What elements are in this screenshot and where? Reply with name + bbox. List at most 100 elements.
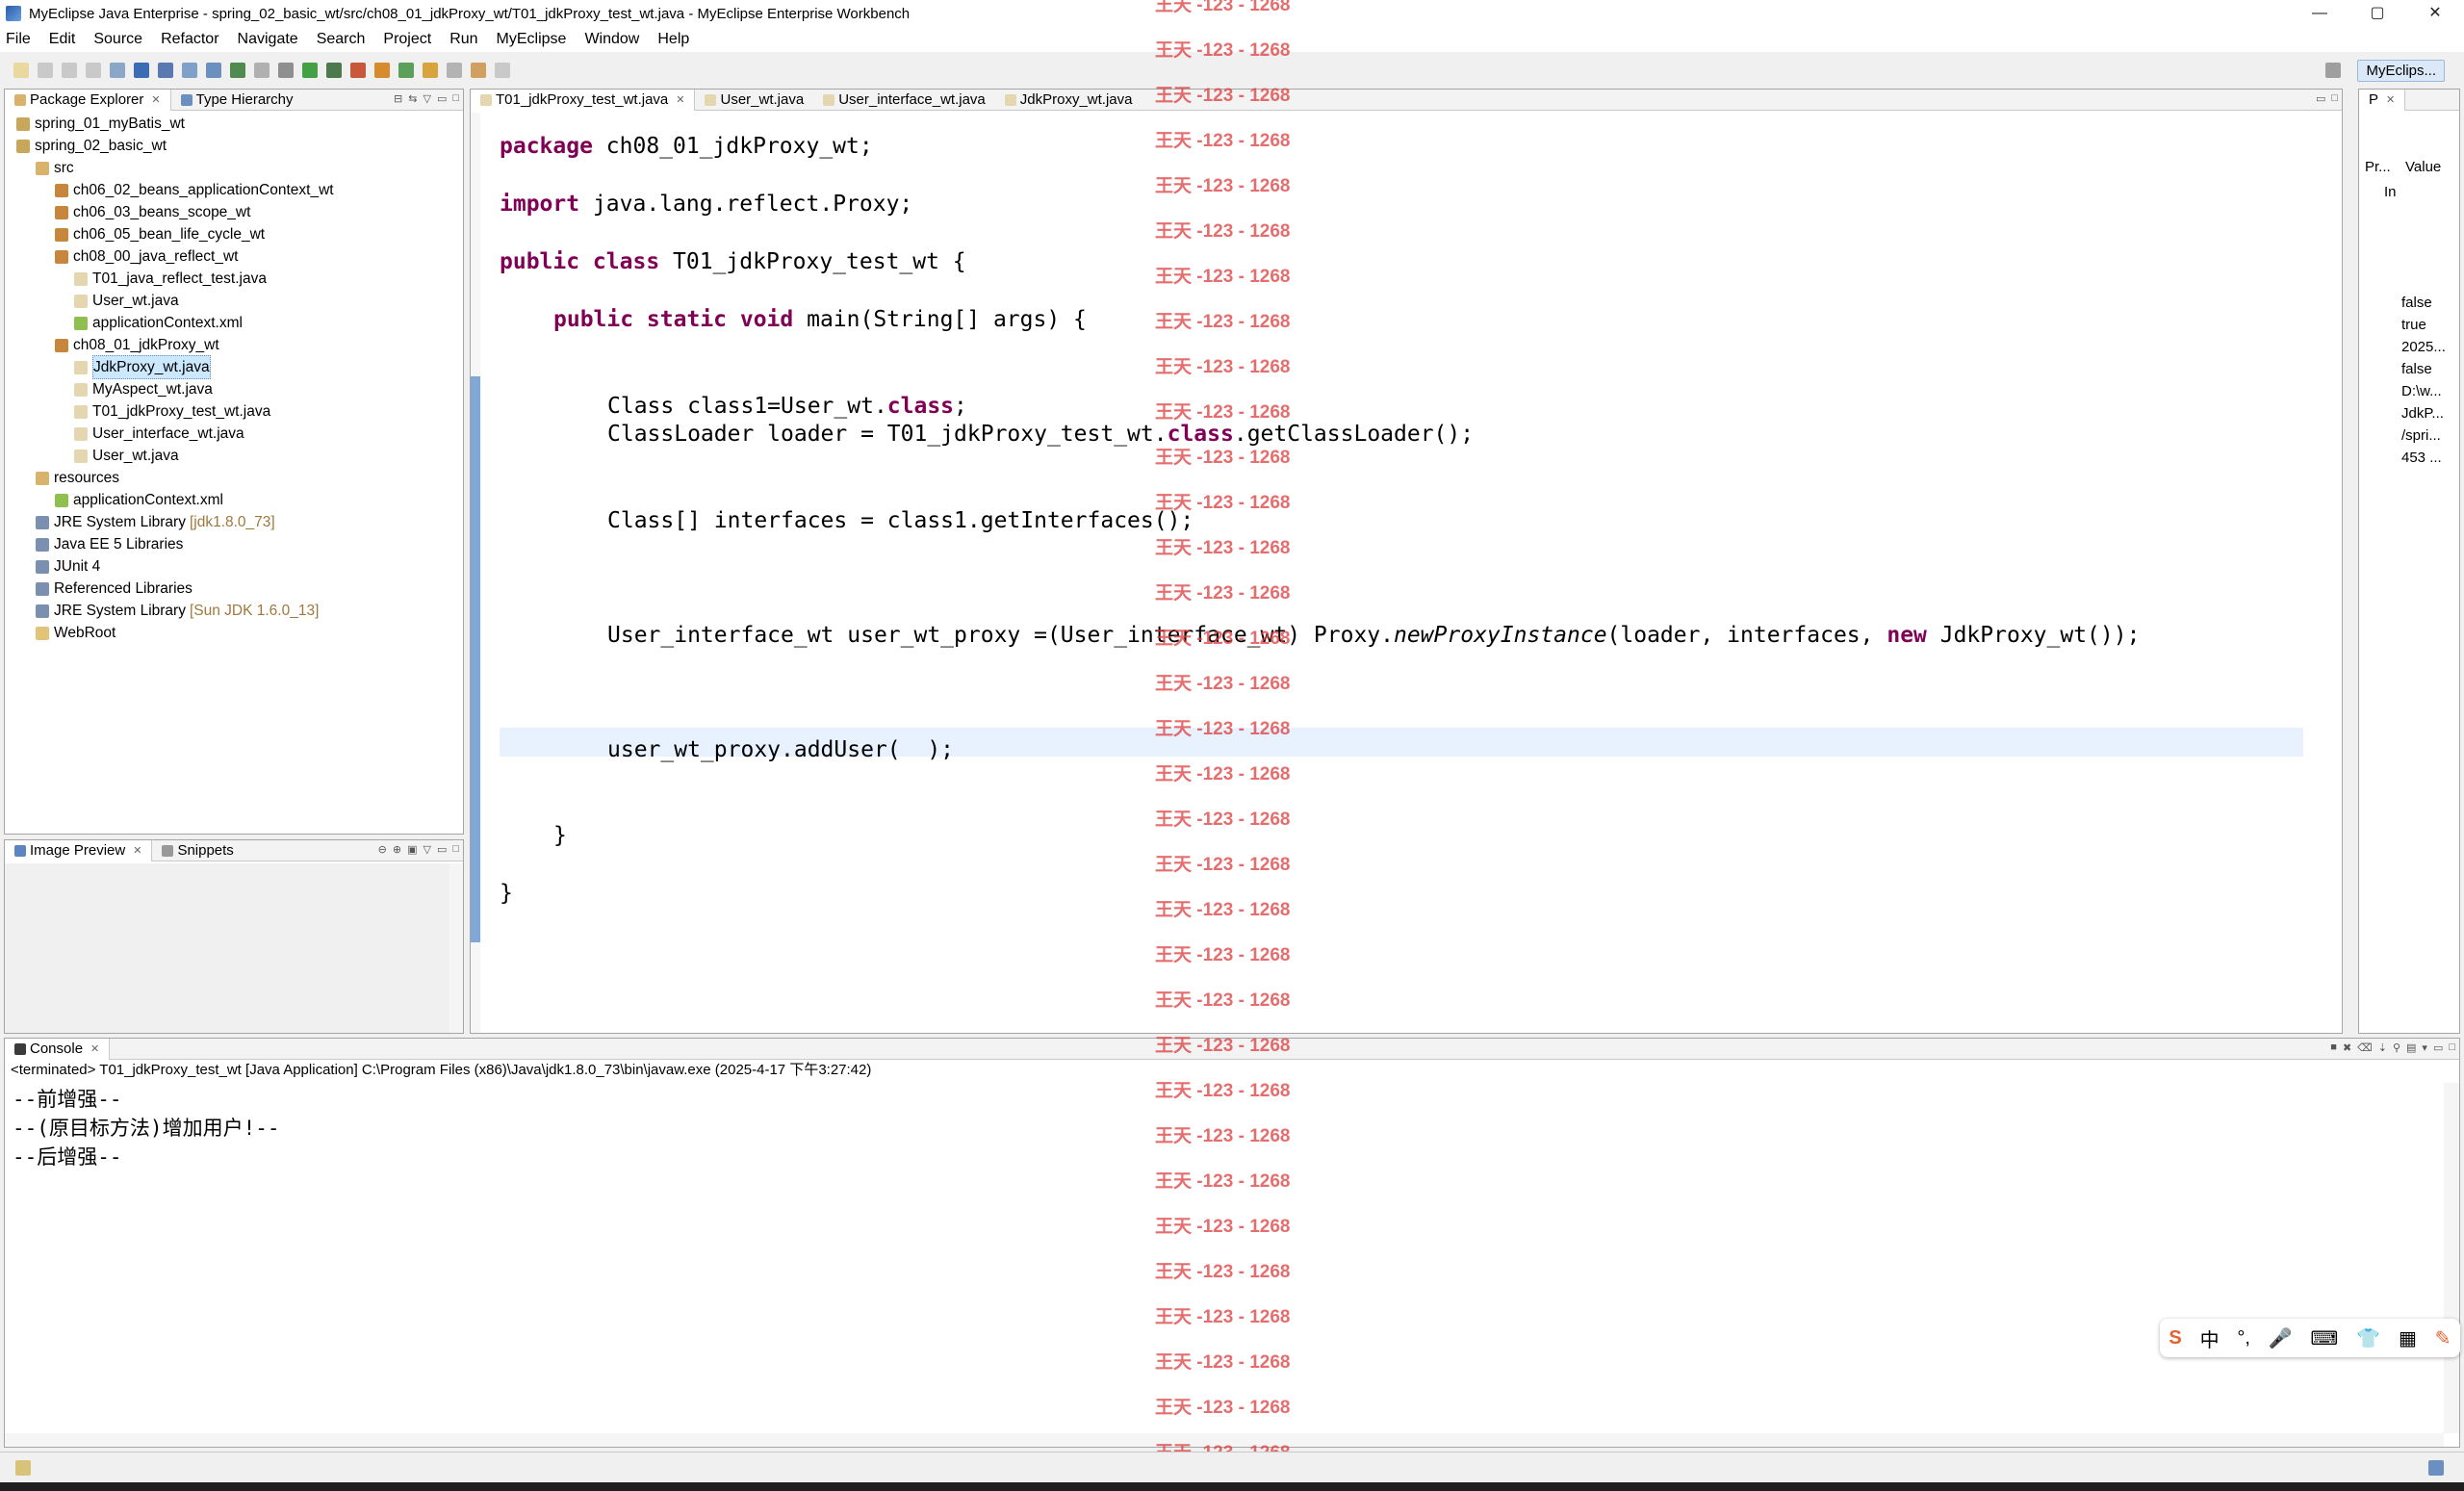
menu-navigate[interactable]: Navigate — [238, 31, 298, 48]
close-button[interactable]: ✕ — [2406, 0, 2464, 27]
tree-item[interactable]: ch08_00_java_reflect_wt — [5, 245, 463, 268]
menu-edit[interactable]: Edit — [49, 31, 76, 48]
pin-icon[interactable] — [447, 63, 462, 78]
tree-item[interactable]: T01_java_reflect_test.java — [5, 268, 463, 290]
menu-project[interactable]: Project — [383, 31, 431, 48]
tree-item[interactable]: ch06_05_bean_life_cycle_wt — [5, 223, 463, 245]
pin-console-icon[interactable]: ⚲ — [2393, 1041, 2400, 1054]
new-class-icon[interactable] — [374, 63, 390, 78]
tree-item[interactable]: JdkProxy_wt.java — [5, 355, 463, 379]
open-folder-icon[interactable] — [423, 63, 438, 78]
open-console-icon[interactable]: ▾ — [2422, 1041, 2427, 1054]
ime-skin-icon[interactable]: 👕 — [2356, 1326, 2380, 1350]
tree-item[interactable]: WebRoot — [5, 622, 463, 644]
menu-window[interactable]: Window — [584, 31, 639, 48]
browser-icon[interactable] — [206, 63, 221, 78]
server-icon[interactable] — [158, 63, 173, 78]
code-area[interactable]: package ch08_01_jdkProxy_wt; import java… — [471, 113, 2342, 1033]
minimize-button[interactable]: — — [2291, 0, 2348, 27]
print-icon[interactable] — [86, 63, 101, 78]
ime-punctuation-icon[interactable]: °, — [2237, 1327, 2250, 1350]
tree-item[interactable]: ch08_01_jdkProxy_wt — [5, 334, 463, 356]
fit-icon[interactable]: ▣ — [407, 843, 417, 856]
open-perspective-icon[interactable] — [2325, 63, 2342, 78]
minimize-view-icon[interactable]: ▭ — [2316, 92, 2325, 105]
tab-snippets[interactable]: Snippets — [152, 840, 243, 861]
close-icon[interactable]: ✕ — [133, 840, 141, 861]
new-package-icon[interactable] — [398, 63, 414, 78]
link-editor-icon[interactable]: ⇆ — [408, 92, 417, 105]
external-tools-icon[interactable] — [350, 63, 366, 78]
zoom-out-icon[interactable]: ⊖ — [378, 843, 387, 856]
minimize-view-icon[interactable]: ▭ — [437, 843, 447, 856]
new-project-icon[interactable] — [110, 63, 125, 78]
maximize-view-icon[interactable]: □ — [452, 92, 459, 105]
progress-icon[interactable] — [2428, 1460, 2444, 1476]
ime-chinese-mode[interactable]: 中 — [2200, 1324, 2220, 1352]
tab-user-wt[interactable]: User_wt.java — [695, 90, 813, 111]
tree-item[interactable]: Java EE 5 Libraries — [5, 533, 463, 555]
tab-type-hierarchy[interactable]: Type Hierarchy — [171, 90, 303, 111]
ime-toolbox-icon[interactable]: ▦ — [2399, 1326, 2417, 1350]
tree-item[interactable]: resources — [5, 467, 463, 489]
close-icon[interactable]: ✕ — [2386, 90, 2395, 111]
view-menu-icon[interactable]: ▽ — [423, 843, 430, 856]
maximize-view-icon[interactable]: □ — [452, 843, 459, 856]
console-output[interactable]: --前增强-- --(原目标方法)增加用户!-- --后增强-- — [13, 1085, 280, 1171]
debug-icon[interactable] — [230, 63, 245, 78]
remove-launch-icon[interactable]: ✖ — [2343, 1041, 2351, 1054]
save-all-icon[interactable] — [62, 63, 77, 78]
scrollbar[interactable] — [449, 863, 463, 1033]
minimize-view-icon[interactable]: ▭ — [2433, 1041, 2443, 1054]
menu-myeclipse[interactable]: MyEclipse — [497, 31, 567, 48]
tab-user-interface-wt[interactable]: User_interface_wt.java — [813, 90, 995, 111]
sogou-logo-icon[interactable]: S — [2169, 1327, 2181, 1350]
tab-package-explorer[interactable]: Package Explorer ✕ — [5, 89, 171, 111]
property-column-header[interactable]: Pr... — [2359, 159, 2398, 182]
run-icon[interactable] — [302, 63, 318, 78]
menu-run[interactable]: Run — [449, 31, 477, 48]
tree-item[interactable]: Referenced Libraries — [5, 578, 463, 600]
close-icon[interactable]: ✕ — [676, 90, 684, 111]
back-icon[interactable] — [471, 63, 486, 78]
search-icon[interactable] — [254, 63, 270, 78]
task-icon[interactable] — [278, 63, 294, 78]
deploy-icon[interactable] — [134, 63, 149, 78]
tree-item[interactable]: spring_02_basic_wt — [5, 135, 463, 157]
tree-item[interactable]: ch06_03_beans_scope_wt — [5, 201, 463, 223]
tree-item[interactable]: spring_01_myBatis_wt — [5, 113, 463, 135]
perspective-myeclipse-button[interactable]: MyEclips... — [2357, 59, 2445, 82]
maximize-button[interactable]: ▢ — [2348, 0, 2406, 27]
coverage-icon[interactable] — [326, 63, 342, 78]
tree-item[interactable]: src — [5, 157, 463, 179]
menu-refactor[interactable]: Refactor — [161, 31, 218, 48]
tree-item[interactable]: JRE System Library [jdk1.8.0_73] — [5, 511, 463, 533]
clear-console-icon[interactable]: ⌫ — [2357, 1041, 2373, 1054]
close-icon[interactable]: ✕ — [90, 1039, 99, 1060]
tab-properties[interactable]: P ✕ — [2359, 89, 2406, 111]
menu-help[interactable]: Help — [657, 31, 689, 48]
display-console-icon[interactable]: ▤ — [2406, 1041, 2416, 1054]
ime-voice-icon[interactable]: 🎤 — [2269, 1326, 2293, 1350]
tab-jdkproxy-wt[interactable]: JdkProxy_wt.java — [995, 90, 1142, 111]
menu-file[interactable]: File — [6, 31, 31, 48]
tree-item[interactable]: applicationContext.xml — [5, 312, 463, 334]
ime-keyboard-icon[interactable]: ⌨ — [2311, 1326, 2339, 1350]
tree-item[interactable]: User_wt.java — [5, 445, 463, 467]
maximize-view-icon[interactable]: □ — [2331, 92, 2338, 105]
forward-icon[interactable] — [495, 63, 510, 78]
tab-t01-jdkproxy-test[interactable]: T01_jdkProxy_test_wt.java ✕ — [471, 89, 696, 111]
tree-item[interactable]: T01_jdkProxy_test_wt.java — [5, 400, 463, 423]
scroll-lock-icon[interactable]: ⇣ — [2378, 1041, 2387, 1054]
tree-item[interactable]: ch06_02_beans_applicationContext_wt — [5, 179, 463, 201]
tab-image-preview[interactable]: Image Preview ✕ — [5, 839, 153, 861]
open-type-icon[interactable] — [182, 63, 197, 78]
tree-item[interactable]: User_interface_wt.java — [5, 423, 463, 445]
save-icon[interactable] — [38, 63, 53, 78]
collapse-all-icon[interactable]: ⊟ — [394, 92, 402, 105]
new-icon[interactable] — [13, 63, 29, 78]
view-menu-icon[interactable]: ▽ — [423, 92, 430, 105]
value-column-header[interactable]: Value — [2398, 159, 2441, 182]
tree-item[interactable]: applicationContext.xml — [5, 489, 463, 511]
minimize-view-icon[interactable]: ▭ — [437, 92, 447, 105]
